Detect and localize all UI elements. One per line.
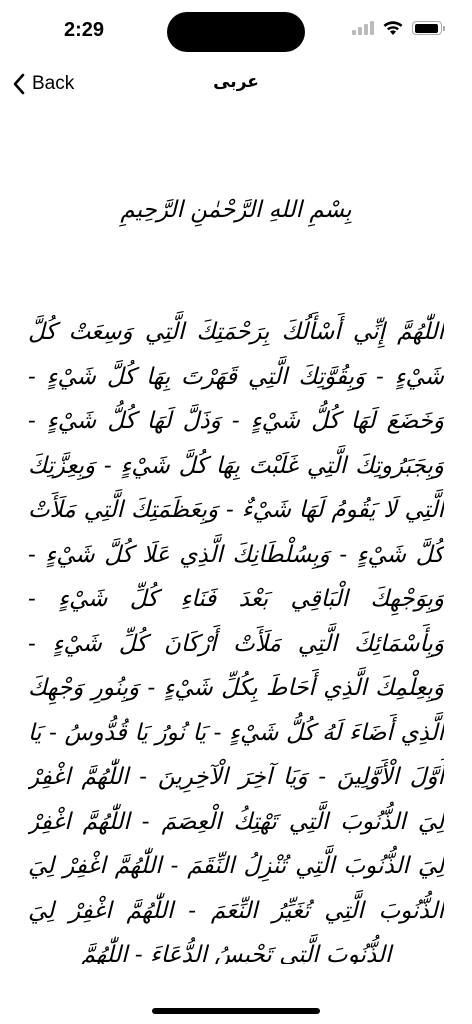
basmala-heading: بِسْمِ اللهِ الرَّحْمٰنِ الرَّحِيمِ	[120, 197, 352, 223]
dua-body-text: اللّٰهُمَّ إِنِّي أَسْأَلُكَ بِرَحْمَتِك…	[28, 319, 444, 964]
home-indicator[interactable]	[152, 1008, 320, 1014]
status-time: 2:29	[64, 19, 105, 41]
dynamic-island	[167, 12, 305, 52]
wifi-icon	[383, 21, 403, 35]
navigation-bar: Back عربی	[0, 62, 472, 106]
battery-icon	[412, 21, 445, 35]
cellular-signal-icon	[352, 21, 374, 35]
page-title: عربی	[213, 72, 259, 92]
status-icons	[352, 20, 445, 36]
arabic-text-content[interactable]: بِسْمِ اللهِ الرَّحْمٰنِ الرَّحِيمِ اللّ…	[28, 190, 444, 964]
status-bar: 2:29	[0, 0, 472, 62]
